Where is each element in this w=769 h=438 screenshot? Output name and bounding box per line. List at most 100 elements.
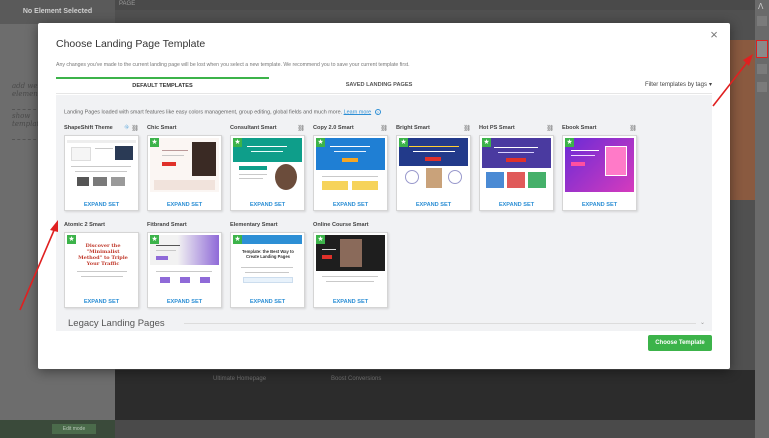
template-name: Atomic 2 Smart bbox=[64, 222, 106, 228]
template-thumbnail[interactable]: ★ EXPAND SET bbox=[396, 135, 471, 211]
shapeshift-preview bbox=[67, 138, 136, 192]
consultant-preview bbox=[233, 138, 302, 192]
star-icon: ★ bbox=[482, 138, 491, 147]
editor-right-toolbar: Λ bbox=[755, 0, 769, 438]
app-logo-icon: Λ bbox=[758, 2, 764, 11]
help-icon[interactable]: ? bbox=[374, 109, 381, 115]
editor-status-bar bbox=[115, 420, 755, 438]
sitemap-icon: ⛓ bbox=[380, 126, 388, 132]
no-element-selected-header: No Element Selected bbox=[0, 0, 115, 24]
choose-template-modal: Choose Landing Page Template × Any chang… bbox=[38, 23, 730, 369]
star-icon: ★ bbox=[399, 138, 408, 147]
template-card[interactable]: Fitbrand Smart ★ EXPAND SET bbox=[147, 222, 222, 308]
template-name: Elementary Smart bbox=[230, 222, 278, 228]
atomic-headline: Discover the "Minimalist Method" to Trip… bbox=[78, 243, 128, 267]
template-name: Consultant Smart bbox=[230, 125, 277, 131]
filter-label: Filter templates by tags bbox=[644, 82, 707, 88]
template-thumbnail[interactable]: ★ EXPAND SET bbox=[147, 135, 222, 211]
template-thumbnail[interactable]: ★ EXPAND SET bbox=[479, 135, 554, 211]
template-card[interactable]: Hot PS Smart ⛓ ★ EXPAND SET bbox=[479, 125, 554, 211]
expand-set-button[interactable]: EXPAND SET bbox=[148, 202, 221, 208]
close-icon[interactable]: × bbox=[708, 28, 720, 41]
star-icon: ★ bbox=[67, 235, 76, 244]
expand-set-button[interactable]: EXPAND SET bbox=[397, 202, 470, 208]
chic-preview bbox=[150, 138, 219, 192]
sitemap-icon: ⛓ bbox=[297, 126, 305, 132]
hotps-preview bbox=[482, 138, 551, 192]
template-thumbnail[interactable]: ★ Discover the "Minimalist Method" to Tr… bbox=[64, 232, 139, 308]
sitemap-icon: ⛓ bbox=[546, 126, 554, 132]
online-course-preview bbox=[316, 235, 385, 289]
template-card[interactable]: Chic Smart ★ EXPAND SET bbox=[147, 125, 222, 211]
star-icon: ★ bbox=[233, 235, 242, 244]
template-name: ShapeShift Theme bbox=[64, 125, 113, 131]
star-icon: ★ bbox=[316, 138, 325, 147]
expand-set-button[interactable]: EXPAND SET bbox=[65, 299, 138, 305]
fitbrand-preview bbox=[150, 235, 219, 289]
template-thumbnail[interactable]: ★ Template: the Best Way to Create Landi… bbox=[230, 232, 305, 308]
star-icon: ★ bbox=[150, 138, 159, 147]
canvas-footer bbox=[115, 370, 755, 420]
template-name: Bright Smart bbox=[396, 125, 430, 131]
edit-mode-button[interactable]: Edit mode bbox=[52, 424, 96, 434]
template-thumbnail[interactable]: ★ EXPAND SET bbox=[313, 135, 388, 211]
templates-panel: Landing Pages loaded with smart features… bbox=[56, 95, 712, 331]
editor-bottom-bar: Edit mode bbox=[0, 420, 115, 438]
filter-tags-dropdown[interactable]: Filter templates by tags ▾ bbox=[645, 77, 712, 94]
templates-toolbar-button[interactable] bbox=[756, 40, 768, 58]
info-description: Landing Pages loaded with smart features… bbox=[64, 109, 343, 116]
template-name: Ebook Smart bbox=[562, 125, 597, 131]
template-thumbnail[interactable]: ★ EXPAND SET bbox=[562, 135, 637, 211]
modal-subtitle: Any changes you've made to the current l… bbox=[56, 62, 410, 68]
expand-set-button[interactable]: EXPAND SET bbox=[480, 202, 553, 208]
template-name: Fitbrand Smart bbox=[147, 222, 187, 228]
template-thumbnail[interactable]: ★ EXPAND SET bbox=[230, 135, 305, 211]
template-name: Hot PS Smart bbox=[479, 125, 515, 131]
template-card[interactable]: Bright Smart ⛓ ★ EXPAND SET bbox=[396, 125, 471, 211]
expand-set-button[interactable]: EXPAND SET bbox=[65, 202, 138, 208]
template-thumbnail[interactable]: EXPAND SET bbox=[64, 135, 139, 211]
template-name: Online Course Smart bbox=[313, 222, 369, 228]
toolbar-icon[interactable] bbox=[757, 82, 767, 92]
atomic-preview: Discover the "Minimalist Method" to Trip… bbox=[67, 235, 136, 289]
expand-set-button[interactable]: EXPAND SET bbox=[314, 202, 387, 208]
legacy-landing-pages-heading[interactable]: Legacy Landing Pages bbox=[68, 318, 165, 329]
star-icon: ★ bbox=[150, 235, 159, 244]
expand-set-button[interactable]: EXPAND SET bbox=[563, 202, 636, 208]
tab-saved-landing-pages[interactable]: SAVED LANDING PAGES bbox=[269, 77, 489, 94]
copy-preview bbox=[316, 138, 385, 192]
template-card[interactable]: Atomic 2 Smart ★ Discover the "Minimalis… bbox=[64, 222, 139, 308]
page-tab[interactable]: PAGE bbox=[119, 1, 135, 7]
ebook-preview bbox=[565, 138, 634, 192]
expand-set-button[interactable]: EXPAND SET bbox=[148, 299, 221, 305]
template-card[interactable]: Ebook Smart ⛓ ★ EXPAND SET bbox=[562, 125, 637, 211]
template-card[interactable]: ShapeShift Theme ⛗ ⛓ EXPAND SET bbox=[64, 125, 139, 211]
template-name: Copy 2.0 Smart bbox=[313, 125, 354, 131]
template-card[interactable]: Elementary Smart ★ Template: the Best Wa… bbox=[230, 222, 305, 308]
tab-default-templates[interactable]: DEFAULT TEMPLATES bbox=[56, 77, 269, 94]
sitemap-icon: ⛗ bbox=[124, 125, 129, 131]
modal-title: Choose Landing Page Template bbox=[56, 38, 206, 50]
template-thumbnail[interactable]: ★ EXPAND SET bbox=[313, 232, 388, 308]
star-icon: ★ bbox=[233, 138, 242, 147]
template-card[interactable]: Online Course Smart ★ EXPAND SET bbox=[313, 222, 388, 308]
chevron-down-icon[interactable]: ⌄ bbox=[700, 319, 705, 326]
template-thumbnail[interactable]: ★ EXPAND SET bbox=[147, 232, 222, 308]
template-card[interactable]: Copy 2.0 Smart ⛓ ★ EXPAND SET bbox=[313, 125, 388, 211]
template-name: Chic Smart bbox=[147, 125, 177, 131]
chevron-down-icon: ▾ bbox=[708, 82, 712, 88]
learn-more-link[interactable]: Learn more bbox=[344, 109, 372, 115]
expand-set-button[interactable]: EXPAND SET bbox=[231, 299, 304, 305]
toolbar-icon[interactable] bbox=[757, 64, 767, 74]
editor-top-bar: PAGE bbox=[115, 0, 755, 10]
sitemap-icon: ⛓ bbox=[463, 126, 471, 132]
expand-set-button[interactable]: EXPAND SET bbox=[231, 202, 304, 208]
canvas-text: Ultimate Homepage bbox=[213, 376, 267, 382]
template-tabs: DEFAULT TEMPLATES SAVED LANDING PAGES Fi… bbox=[56, 77, 712, 94]
canvas-text: Boost Conversions bbox=[331, 376, 382, 382]
template-card[interactable]: Consultant Smart ⛓ ★ EXPAND SET bbox=[230, 125, 305, 211]
sitemap-icon: ⛓ bbox=[629, 126, 637, 132]
toolbar-icon[interactable] bbox=[757, 16, 767, 26]
choose-template-button[interactable]: Choose Template bbox=[648, 335, 712, 351]
expand-set-button[interactable]: EXPAND SET bbox=[314, 299, 387, 305]
